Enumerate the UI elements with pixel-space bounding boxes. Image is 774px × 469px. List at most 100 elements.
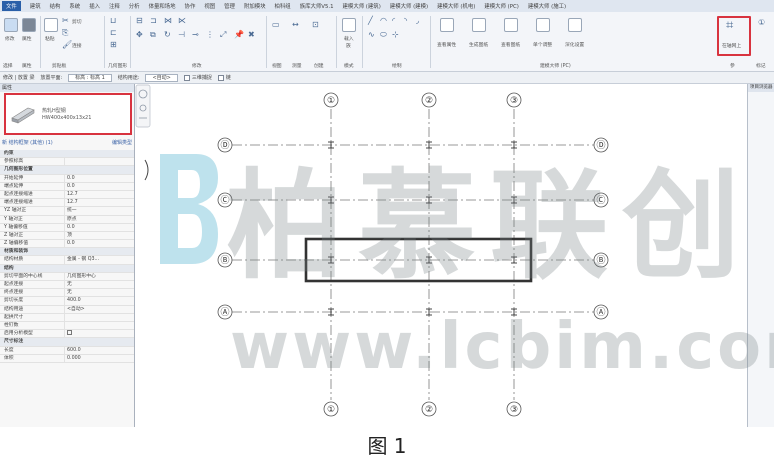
single-adjust-icon[interactable] [536,18,550,32]
placement-plane-select[interactable]: 标高 : 标高 1 [68,73,112,82]
menu-item[interactable]: 视图 [204,2,215,10]
property-value[interactable]: 统一 [64,207,134,215]
view-icon[interactable]: ▭ [272,20,280,29]
menu-item[interactable]: 注释 [109,2,120,10]
property-value[interactable] [64,313,134,321]
menu-item[interactable]: 分析 [129,2,140,10]
menu-item[interactable]: 建模大师 (施工) [528,2,566,10]
property-group[interactable]: 几何图形位置 [0,166,134,175]
property-value[interactable]: 原点 [64,215,134,223]
type-selector[interactable]: 热轧H型钢 HW400x400x13x21 [4,93,132,135]
3d-snap-option[interactable]: 三维捕捉 [183,74,212,81]
menu-item[interactable]: 建模大师 (建筑) [343,2,381,10]
property-row: 开始延伸 0.0 [0,174,134,183]
join-geometry-icon[interactable]: ⊞ [110,40,117,49]
property-group[interactable]: 结构 [0,264,134,273]
property-group[interactable]: 约束 [0,150,134,159]
ellipse-icon[interactable]: ⬭ [380,30,387,40]
cut-geometry-icon[interactable]: ⊏ [110,28,117,37]
property-value[interactable]: 无 [64,289,134,297]
menu-item[interactable]: 体量和场地 [149,2,176,10]
instance-filter-select[interactable]: 新 结构框架 (其他) (1) [2,139,53,146]
property-value[interactable]: 顶 [64,231,134,240]
property-value[interactable] [64,158,134,166]
generate-drawing-icon[interactable] [472,18,486,32]
line-draw-icon[interactable]: ╱ [368,16,373,25]
3d-snap-checkbox[interactable] [183,74,190,81]
analytical-model-checkbox[interactable] [67,330,72,336]
rotate-icon[interactable]: ↻ [164,30,171,39]
array-icon[interactable]: ⋮ [206,30,214,39]
cope-icon[interactable]: ⊔ [110,16,116,25]
align-icon[interactable]: ⊟ [136,16,143,25]
structural-usage-select[interactable]: <自动> [145,73,178,82]
property-value[interactable]: 12.7 [64,190,134,199]
copy-element-icon[interactable]: ⧉ [150,30,156,40]
trim-icon[interactable]: ⊣ [178,30,185,39]
split-icon[interactable]: ⊸ [192,30,199,39]
detail-settings-icon[interactable] [568,18,582,32]
property-value[interactable]: 0.0 [64,174,134,182]
on-axis-icon[interactable]: ⌗ [726,18,733,33]
menu-item[interactable]: 柏科组 [275,2,291,10]
view-drawing-icon[interactable] [504,18,518,32]
menu-item[interactable]: 附加模块 [244,2,266,10]
menu-item[interactable]: 系统 [69,2,80,10]
arc-center-icon[interactable]: ◜ [392,16,395,25]
pin-icon[interactable]: 📌 [234,30,244,39]
property-group[interactable]: 尺寸标注 [0,338,134,347]
create-group-icon[interactable]: ⊡ [312,20,319,29]
mirror-icon[interactable]: ⋈ [164,16,172,25]
property-value[interactable]: 金属 - 钢 Q3... [64,256,134,264]
menu-file[interactable]: 文件 [2,1,21,11]
chain-option[interactable]: 链 [217,74,231,81]
view-drawing-label: 查看图纸 [501,43,521,48]
property-value[interactable]: 0.0 [64,182,134,190]
measure-icon[interactable]: ↔ [292,20,299,29]
property-group[interactable]: 材质和装饰 [0,248,134,257]
property-row: 参照标高 [0,158,134,167]
property-value[interactable]: 0.0 [64,223,134,231]
menu-item[interactable]: 协作 [185,2,196,10]
move-icon[interactable]: ✥ [136,30,143,39]
menu-item[interactable]: 结构 [50,2,61,10]
chain-checkbox[interactable] [217,74,224,81]
fillet-arc-icon[interactable]: ◞ [416,16,419,25]
paste-icon[interactable] [44,18,58,32]
property-value[interactable]: 400.0 [64,297,134,305]
property-value[interactable] [64,321,134,330]
scale-icon[interactable]: ⤢ [220,30,226,40]
mirror-draw-icon[interactable]: ⋉ [178,16,186,25]
menu-item[interactable]: 建模大师 (PC) [484,2,519,10]
menu-item[interactable]: 插入 [89,2,100,10]
offset-icon[interactable]: ⊐ [150,16,157,25]
navigation-bar[interactable] [135,84,151,128]
property-value[interactable]: 12.7 [64,199,134,207]
modify-tool-icon[interactable] [4,18,18,32]
tangent-arc-icon[interactable]: ◝ [404,16,407,25]
copy-icon[interactable]: ⎘ [62,28,68,38]
property-value[interactable]: 0.0 [64,240,134,248]
property-value[interactable] [64,330,134,338]
edit-type-button[interactable]: 编辑类型 [112,139,132,146]
pick-line-icon[interactable]: ⊹ [392,30,399,39]
arc-draw-icon[interactable]: ◠ [380,16,387,25]
menu-item[interactable]: 建模大师 (建模) [390,2,428,10]
load-family-icon[interactable] [342,18,356,32]
property-value[interactable]: 无 [64,281,134,289]
property-value[interactable]: 几何图形中心 [64,272,134,280]
property-value[interactable]: <自动> [64,305,134,313]
menu-item[interactable]: 建模大师 (机电) [437,2,475,10]
properties-icon[interactable] [22,18,36,32]
property-value[interactable]: 600.0 [64,346,134,354]
cut-icon[interactable]: ✂ [62,16,69,25]
menu-item[interactable]: 族库大师V5.1 [300,2,334,10]
spline-icon[interactable]: ∿ [368,30,375,39]
tag-icon[interactable]: ① [758,18,765,27]
menu-item[interactable]: 建筑 [30,2,41,10]
view-properties-icon[interactable] [440,18,454,32]
menu-item[interactable]: 管理 [224,2,235,10]
delete-icon[interactable]: ✖ [248,30,255,39]
match-icon[interactable]: 🖌 [62,40,72,49]
property-value[interactable]: 0.000 [64,354,134,362]
